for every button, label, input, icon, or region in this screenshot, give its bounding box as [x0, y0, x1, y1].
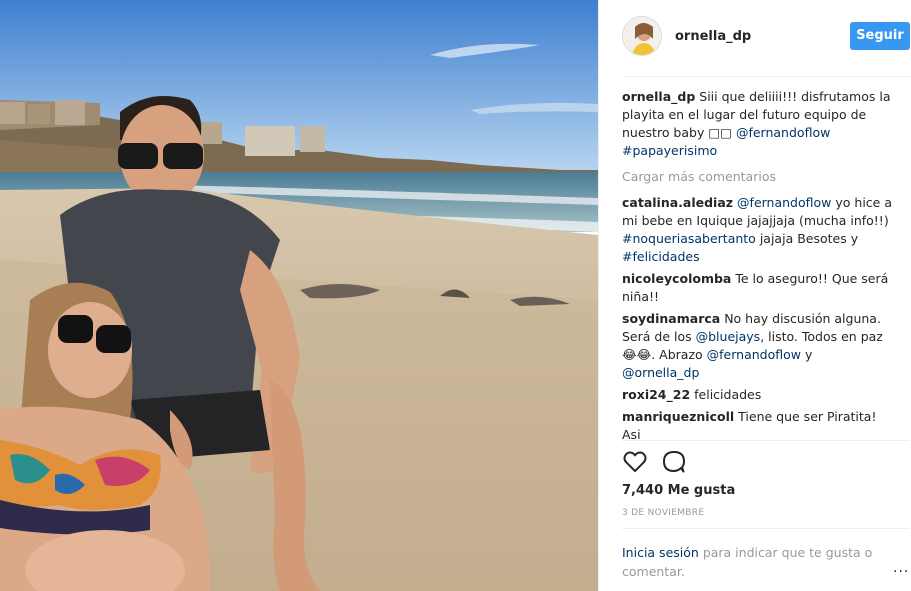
more-options-icon[interactable]: ... — [893, 560, 909, 576]
login-link[interactable]: Inicia sesión — [622, 545, 699, 560]
comment-hashtag[interactable]: #felicidades — [622, 249, 700, 264]
post-header: ornella_dp Seguir — [622, 14, 910, 60]
comment-text: jajaja Besotes y — [759, 231, 859, 246]
post-photo — [0, 0, 598, 591]
follow-button[interactable]: Seguir — [850, 22, 910, 50]
comment-hashtag[interactable]: #noqueriasabertanto — [622, 231, 756, 246]
header-username[interactable]: ornella_dp — [675, 29, 751, 44]
caption-mention[interactable]: @fernandoflow — [736, 125, 830, 140]
login-divider — [622, 528, 910, 529]
caption: ornella_dp Siii que deliiii!!! disfrutam… — [622, 88, 892, 160]
post-side-panel: ornella_dp Seguir ornella_dp Siii que de… — [598, 0, 911, 591]
comment-text: y — [804, 347, 813, 362]
comment-bubble-icon[interactable] — [661, 449, 687, 475]
login-prompt: Inicia sesión para indicar que te gusta … — [622, 543, 874, 581]
avatar[interactable] — [622, 16, 662, 56]
load-more-comments-link[interactable]: Cargar más comentarios — [622, 168, 892, 186]
list-item: catalina.alediaz @fernandoflow yo hice a… — [622, 194, 892, 266]
list-item: roxi24_22 felicidades — [622, 386, 892, 404]
comment-mention[interactable]: @bluejays — [696, 329, 761, 344]
likes-count[interactable]: 7,440 Me gusta — [622, 483, 735, 498]
heart-outline-icon[interactable] — [622, 449, 648, 475]
comment-username[interactable]: catalina.alediaz — [622, 195, 733, 210]
caption-emoji: □□ — [708, 125, 732, 140]
list-item: manriqueznicoll Tiene que ser Piratita! … — [622, 408, 892, 440]
header-divider — [622, 76, 910, 77]
comments-section: ornella_dp Siii que deliiii!!! disfrutam… — [622, 88, 892, 440]
actions-divider — [622, 440, 910, 441]
comment-mention[interactable]: @ornella_dp — [622, 365, 699, 380]
list-item: nicoleycolomba Te lo aseguro!! Que será … — [622, 270, 892, 306]
comment-mention[interactable]: @fernandoflow — [737, 195, 831, 210]
comment-text: felicidades — [694, 387, 762, 402]
comment-username[interactable]: soydinamarca — [622, 311, 720, 326]
caption-username[interactable]: ornella_dp — [622, 89, 695, 104]
comment-username[interactable]: manriqueznicoll — [622, 409, 734, 424]
comment-mention[interactable]: @fernandoflow — [707, 347, 801, 362]
caption-hashtag[interactable]: #papayerisimo — [622, 143, 717, 158]
comment-username[interactable]: roxi24_22 — [622, 387, 690, 402]
post-date: 3 DE NOVIEMBRE — [622, 508, 705, 518]
list-item: soydinamarca No hay discusión alguna. Se… — [622, 310, 892, 382]
comment-username[interactable]: nicoleycolomba — [622, 271, 731, 286]
